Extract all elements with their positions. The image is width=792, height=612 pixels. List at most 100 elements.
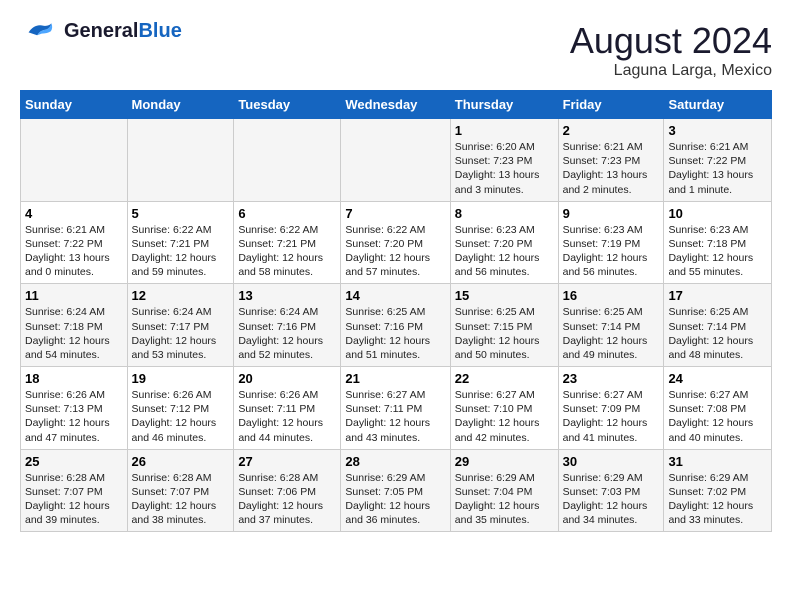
day-info: Sunrise: 6:29 AM Sunset: 7:02 PM Dayligh… xyxy=(668,471,767,528)
cell-week1-day0 xyxy=(21,119,128,202)
day-number: 28 xyxy=(345,454,445,469)
logo-general: General xyxy=(64,20,138,42)
cell-week2-day1: 5Sunrise: 6:22 AM Sunset: 7:21 PM Daylig… xyxy=(127,201,234,284)
col-saturday: Saturday xyxy=(664,91,772,119)
cell-week4-day2: 20 Sunrise: 6:26 AM Sunset: 7:11 PM Dayli… xyxy=(234,367,341,450)
day-number: 24 xyxy=(668,371,767,386)
cell-week5-day4: 29 Sunrise: 6:29 AM Sunset: 7:04 PM Dayli… xyxy=(450,449,558,532)
cell-week1-day4: 1Sunrise: 6:20 AM Sunset: 7:23 PM Daylig… xyxy=(450,119,558,202)
day-info: Sunrise: 6:23 AM Sunset: 7:20 PM Dayligh… xyxy=(455,223,554,280)
calendar-table: Sunday Monday Tuesday Wednesday Thursday… xyxy=(20,90,772,532)
cell-week2-day2: 6 Sunrise: 6:22 AM Sunset: 7:21 PM Daylig… xyxy=(234,201,341,284)
logo: GeneralBlue xyxy=(20,20,182,42)
day-info: Sunrise: 6:24 AM Sunset: 7:17 PM Dayligh… xyxy=(132,305,230,362)
day-info: Sunrise: 6:26 AM Sunset: 7:11 PM Dayligh… xyxy=(238,388,336,445)
week-row-1: 1Sunrise: 6:20 AM Sunset: 7:23 PM Daylig… xyxy=(21,119,772,202)
day-number: 9 xyxy=(563,206,660,221)
day-number: 26 xyxy=(132,454,230,469)
cell-week4-day5: 23 Sunrise: 6:27 AM Sunset: 7:09 PM Dayli… xyxy=(558,367,664,450)
cell-week5-day5: 30 Sunrise: 6:29 AM Sunset: 7:03 PM Dayli… xyxy=(558,449,664,532)
cell-week5-day2: 27 Sunrise: 6:28 AM Sunset: 7:06 PM Dayli… xyxy=(234,449,341,532)
day-number: 21 xyxy=(345,371,445,386)
cell-week5-day3: 28 Sunrise: 6:29 AM Sunset: 7:05 PM Dayli… xyxy=(341,449,450,532)
day-info: Sunrise: 6:28 AM Sunset: 7:07 PM Dayligh… xyxy=(25,471,123,528)
day-info: Sunrise: 6:23 AM Sunset: 7:19 PM Dayligh… xyxy=(563,223,660,280)
day-info: Sunrise: 6:21 AM Sunset: 7:22 PM Dayligh… xyxy=(668,140,767,197)
cell-week1-day2 xyxy=(234,119,341,202)
week-row-4: 18Sunrise: 6:26 AM Sunset: 7:13 PM Dayli… xyxy=(21,367,772,450)
location: Laguna Larga, Mexico xyxy=(570,62,772,80)
cell-week2-day6: 10Sunrise: 6:23 AM Sunset: 7:18 PM Dayli… xyxy=(664,201,772,284)
day-number: 3 xyxy=(668,123,767,138)
cell-week5-day0: 25 Sunrise: 6:28 AM Sunset: 7:07 PM Dayli… xyxy=(21,449,128,532)
day-number: 23 xyxy=(563,371,660,386)
day-info: Sunrise: 6:29 AM Sunset: 7:03 PM Dayligh… xyxy=(563,471,660,528)
day-number: 10 xyxy=(668,206,767,221)
day-info: Sunrise: 6:27 AM Sunset: 7:08 PM Dayligh… xyxy=(668,388,767,445)
day-number: 1 xyxy=(455,123,554,138)
cell-week3-day3: 14Sunrise: 6:25 AM Sunset: 7:16 PM Dayli… xyxy=(341,284,450,367)
day-number: 19 xyxy=(132,371,230,386)
col-monday: Monday xyxy=(127,91,234,119)
cell-week4-day6: 24 Sunrise: 6:27 AM Sunset: 7:08 PM Dayli… xyxy=(664,367,772,450)
cell-week1-day3 xyxy=(341,119,450,202)
day-number: 12 xyxy=(132,288,230,303)
day-number: 14 xyxy=(345,288,445,303)
day-info: Sunrise: 6:26 AM Sunset: 7:13 PM Dayligh… xyxy=(25,388,123,445)
day-number: 15 xyxy=(455,288,554,303)
day-info: Sunrise: 6:22 AM Sunset: 7:21 PM Dayligh… xyxy=(132,223,230,280)
day-number: 13 xyxy=(238,288,336,303)
cell-week4-day4: 22 Sunrise: 6:27 AM Sunset: 7:10 PM Dayli… xyxy=(450,367,558,450)
cell-week3-day2: 13 Sunrise: 6:24 AM Sunset: 7:16 PM Dayli… xyxy=(234,284,341,367)
calendar-header-row: Sunday Monday Tuesday Wednesday Thursday… xyxy=(21,91,772,119)
day-info: Sunrise: 6:27 AM Sunset: 7:09 PM Dayligh… xyxy=(563,388,660,445)
day-info: Sunrise: 6:28 AM Sunset: 7:07 PM Dayligh… xyxy=(132,471,230,528)
day-number: 17 xyxy=(668,288,767,303)
day-number: 27 xyxy=(238,454,336,469)
cell-week5-day6: 31 Sunrise: 6:29 AM Sunset: 7:02 PM Dayli… xyxy=(664,449,772,532)
day-number: 31 xyxy=(668,454,767,469)
day-info: Sunrise: 6:27 AM Sunset: 7:10 PM Dayligh… xyxy=(455,388,554,445)
day-info: Sunrise: 6:22 AM Sunset: 7:20 PM Dayligh… xyxy=(345,223,445,280)
cell-week2-day0: 4 Sunrise: 6:21 AM Sunset: 7:22 PM Daylig… xyxy=(21,201,128,284)
day-info: Sunrise: 6:25 AM Sunset: 7:14 PM Dayligh… xyxy=(668,305,767,362)
day-number: 16 xyxy=(563,288,660,303)
cell-week3-day5: 16 Sunrise: 6:25 AM Sunset: 7:14 PM Dayli… xyxy=(558,284,664,367)
day-info: Sunrise: 6:24 AM Sunset: 7:18 PM Dayligh… xyxy=(25,305,123,362)
day-number: 30 xyxy=(563,454,660,469)
cell-week3-day1: 12 Sunrise: 6:24 AM Sunset: 7:17 PM Dayli… xyxy=(127,284,234,367)
day-number: 6 xyxy=(238,206,336,221)
day-info: Sunrise: 6:29 AM Sunset: 7:05 PM Dayligh… xyxy=(345,471,445,528)
day-info: Sunrise: 6:28 AM Sunset: 7:06 PM Dayligh… xyxy=(238,471,336,528)
day-number: 20 xyxy=(238,371,336,386)
col-sunday: Sunday xyxy=(21,91,128,119)
logo-blue: Blue xyxy=(138,20,181,42)
day-info: Sunrise: 6:22 AM Sunset: 7:21 PM Dayligh… xyxy=(238,223,336,280)
day-number: 2 xyxy=(563,123,660,138)
col-friday: Friday xyxy=(558,91,664,119)
day-info: Sunrise: 6:21 AM Sunset: 7:22 PM Dayligh… xyxy=(25,223,123,280)
day-info: Sunrise: 6:29 AM Sunset: 7:04 PM Dayligh… xyxy=(455,471,554,528)
col-thursday: Thursday xyxy=(450,91,558,119)
day-number: 29 xyxy=(455,454,554,469)
day-number: 4 xyxy=(25,206,123,221)
day-info: Sunrise: 6:24 AM Sunset: 7:16 PM Dayligh… xyxy=(238,305,336,362)
cell-week4-day3: 21Sunrise: 6:27 AM Sunset: 7:11 PM Dayli… xyxy=(341,367,450,450)
day-number: 11 xyxy=(25,288,123,303)
cell-week1-day6: 3 Sunrise: 6:21 AM Sunset: 7:22 PM Daylig… xyxy=(664,119,772,202)
cell-week2-day4: 8 Sunrise: 6:23 AM Sunset: 7:20 PM Daylig… xyxy=(450,201,558,284)
cell-week3-day0: 11 Sunrise: 6:24 AM Sunset: 7:18 PM Dayli… xyxy=(21,284,128,367)
day-number: 8 xyxy=(455,206,554,221)
day-number: 22 xyxy=(455,371,554,386)
week-row-3: 11 Sunrise: 6:24 AM Sunset: 7:18 PM Dayli… xyxy=(21,284,772,367)
cell-week2-day5: 9 Sunrise: 6:23 AM Sunset: 7:19 PM Daylig… xyxy=(558,201,664,284)
logo-text-block: GeneralBlue xyxy=(64,20,182,42)
day-number: 7 xyxy=(345,206,445,221)
week-row-5: 25 Sunrise: 6:28 AM Sunset: 7:07 PM Dayli… xyxy=(21,449,772,532)
day-info: Sunrise: 6:25 AM Sunset: 7:14 PM Dayligh… xyxy=(563,305,660,362)
cell-week1-day5: 2 Sunrise: 6:21 AM Sunset: 7:23 PM Daylig… xyxy=(558,119,664,202)
cell-week4-day1: 19Sunrise: 6:26 AM Sunset: 7:12 PM Dayli… xyxy=(127,367,234,450)
cell-week2-day3: 7 Sunrise: 6:22 AM Sunset: 7:20 PM Daylig… xyxy=(341,201,450,284)
day-number: 25 xyxy=(25,454,123,469)
day-info: Sunrise: 6:21 AM Sunset: 7:23 PM Dayligh… xyxy=(563,140,660,197)
